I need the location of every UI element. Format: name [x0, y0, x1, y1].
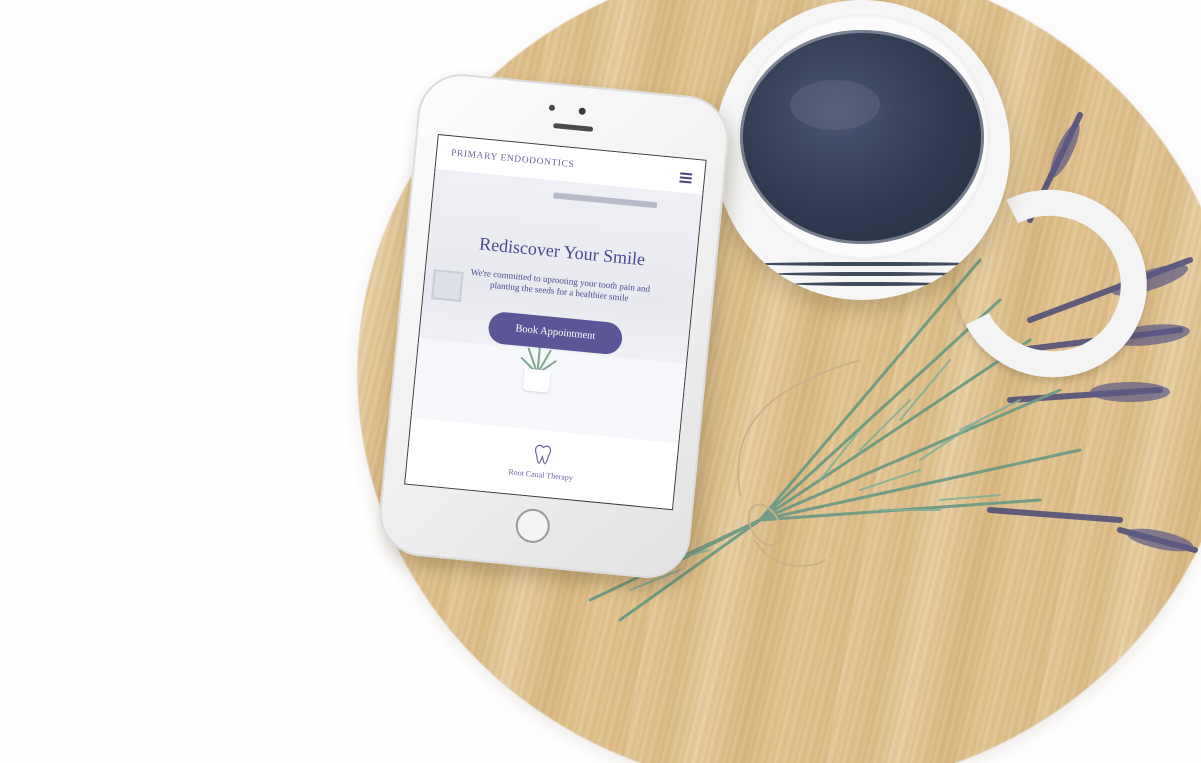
home-button[interactable]	[514, 507, 552, 545]
smartphone: PRIMARY ENDODONTICS Rediscover Your Smil…	[375, 70, 733, 582]
cup-stripe	[754, 262, 984, 266]
black-coffee	[740, 30, 984, 244]
hero-section: Rediscover Your Smile We're committed to…	[411, 168, 703, 444]
phone-speaker	[552, 123, 594, 132]
phone-camera	[578, 107, 587, 116]
brand-logo-text[interactable]: PRIMARY ENDODONTICS	[451, 148, 575, 170]
cup-stripe	[774, 272, 964, 276]
tooth-icon	[534, 444, 552, 465]
hero-background-shelf	[553, 192, 658, 209]
hero-description: We're committed to uprooting your tooth …	[470, 266, 651, 303]
phone-screen: PRIMARY ENDODONTICS Rediscover Your Smil…	[404, 133, 707, 511]
phone-sensor	[548, 104, 556, 112]
scene: PRIMARY ENDODONTICS Rediscover Your Smil…	[0, 0, 1201, 763]
plant-pot	[522, 368, 551, 393]
menu-icon[interactable]	[679, 172, 693, 184]
cup-stripe	[794, 282, 944, 286]
coffee-reflection	[790, 80, 880, 130]
